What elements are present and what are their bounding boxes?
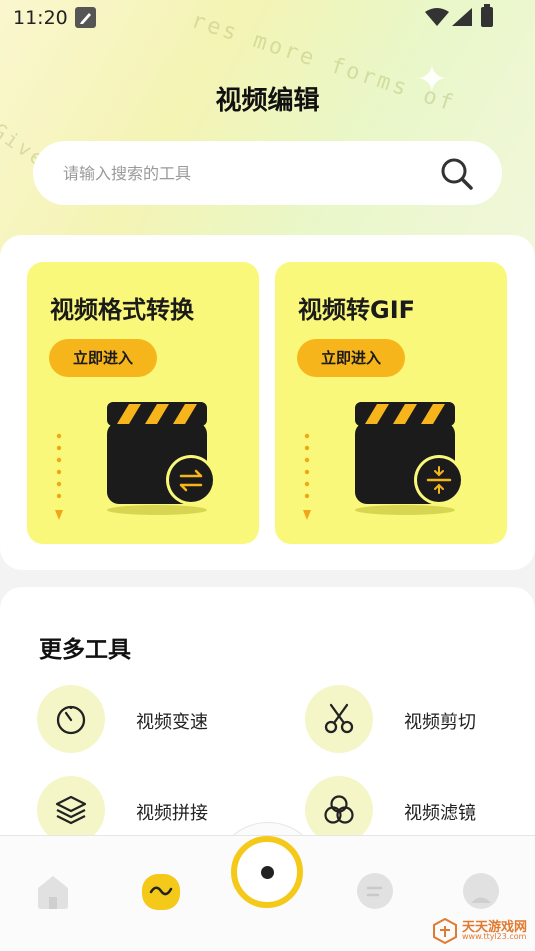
page-title: 视频编辑 (215, 86, 320, 116)
wave-icon[interactable] (140, 870, 182, 912)
record-icon (261, 866, 274, 879)
search-icon[interactable] (440, 157, 474, 191)
edit-note-icon (75, 7, 96, 28)
dotted-arrow-icon (303, 433, 311, 520)
battery-icon (481, 4, 493, 27)
watermark-logo-icon (433, 918, 457, 944)
enter-button[interactable]: 立即进入 (49, 339, 157, 377)
clapperboard-icon (355, 402, 464, 515)
tool-icon-bg (37, 685, 105, 753)
section-title: 更多工具 (39, 637, 131, 663)
watermark-url: www.ttyl23.com (462, 932, 527, 941)
tool-icon-bg (305, 685, 373, 753)
enter-button[interactable]: 立即进入 (297, 339, 405, 377)
tool-label: 视频拼接 (136, 803, 208, 824)
scissors-icon (324, 703, 354, 734)
record-button[interactable] (231, 836, 303, 908)
card-title: 视频格式转换 (50, 296, 194, 324)
watermark: 天天游戏网 www.ttyl23.com (432, 916, 532, 946)
status-time: 11:20 (13, 7, 68, 29)
status-bar: 11:20 (0, 0, 535, 36)
signal-icon (452, 8, 472, 26)
dotted-arrow-icon (55, 433, 63, 520)
tool-cut[interactable]: 视频剪切 (305, 685, 535, 755)
card-format-convert[interactable]: 视频格式转换 立即进入 (27, 262, 259, 544)
speedometer-icon (56, 705, 86, 735)
card-title: 视频转GIF (298, 296, 416, 324)
profile-icon[interactable] (460, 870, 502, 912)
card-video-to-gif[interactable]: 视频转GIF 立即进入 (275, 262, 507, 544)
tool-label: 视频滤镜 (404, 803, 476, 824)
filter-circles-icon (324, 795, 354, 824)
layers-icon (55, 795, 87, 825)
search-bar[interactable] (33, 141, 502, 205)
tool-label: 视频变速 (136, 712, 208, 733)
tool-icon-bg (305, 776, 373, 844)
clapperboard-icon (107, 402, 216, 515)
tool-speed[interactable]: 视频变速 (37, 685, 267, 755)
tool-icon-bg (37, 776, 105, 844)
search-input[interactable] (63, 141, 443, 205)
home-icon[interactable] (32, 870, 74, 912)
tool-label: 视频剪切 (404, 712, 476, 733)
message-icon[interactable] (354, 870, 396, 912)
wifi-icon (425, 8, 449, 26)
